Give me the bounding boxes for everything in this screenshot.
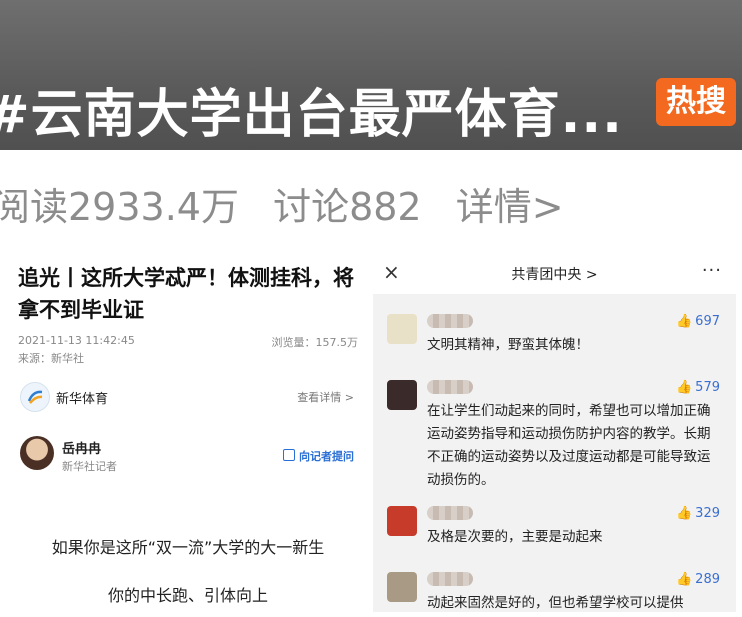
author-row: 岳冉冉 新华社记者 向记者提问 <box>16 434 360 480</box>
comment-text: 及格是次要的，主要是动起来 <box>427 529 603 545</box>
blurred-username <box>427 572 473 586</box>
ask-reporter-button[interactable]: 向记者提问 <box>283 448 354 464</box>
xinhua-sports-logo <box>20 382 50 412</box>
more-icon[interactable]: ··· <box>702 260 722 281</box>
blurred-username <box>427 380 473 394</box>
source-row[interactable]: 新华体育 查看详情 > <box>16 380 360 414</box>
blurred-username <box>427 314 473 328</box>
article-title: 追光丨这所大学忒严！体测挂科，将拿不到毕业证 <box>18 266 354 322</box>
blurred-username <box>427 506 473 520</box>
like-button[interactable]: 👍 697 <box>676 314 720 329</box>
hot-badge: 热搜 <box>656 78 736 126</box>
thumbs-up-icon: 👍 <box>675 380 693 395</box>
like-count: 289 <box>695 572 720 587</box>
ask-reporter-label: 向记者提问 <box>299 450 354 463</box>
like-count: 329 <box>695 506 720 521</box>
account-title[interactable]: 共青团中央 > <box>373 264 736 284</box>
comment-text: 在让学生们动起来的同时，希望也可以增加正确运动姿势指导和运动损伤防护内容的教学。… <box>427 403 711 488</box>
thumbs-up-icon: 👍 <box>675 506 693 521</box>
comment-text: 文明其精神，野蛮其体魄！ <box>427 337 589 353</box>
thumbs-up-icon: 👍 <box>675 314 693 329</box>
article-paragraph: 如果你是这所“双一流”大学的大一新生 <box>51 538 325 557</box>
author-avatar[interactable] <box>20 436 54 470</box>
avatar[interactable] <box>387 506 417 536</box>
author-role: 新华社记者 <box>62 460 117 473</box>
article-views: 浏览量：157.5万 <box>271 336 359 349</box>
article-card: 追光丨这所大学忒严！体测挂科，将拿不到毕业证 2021-11-13 11:42:… <box>12 252 364 617</box>
hot-search-title[interactable]: #云南大学出台最严体育... <box>0 72 623 147</box>
article-paragraph: 你的中长跑、引体向上 <box>107 586 268 605</box>
like-count: 579 <box>695 380 720 395</box>
view-details-link[interactable]: 查看详情 > <box>297 389 354 405</box>
question-icon <box>283 449 295 461</box>
like-button[interactable]: 👍 289 <box>676 572 720 587</box>
article-source: 来源：新华社 <box>18 352 84 365</box>
read-count: 阅读2933.4万 <box>0 185 239 229</box>
article-datetime: 2021-11-13 11:42:45 <box>18 334 135 347</box>
thumbs-up-icon: 👍 <box>675 572 693 587</box>
source-name: 新华体育 <box>56 392 109 407</box>
hot-search-banner: #云南大学出台最严体育... 热搜 <box>0 0 742 150</box>
comments-header: × 共青团中央 > ··· <box>373 252 736 294</box>
like-button[interactable]: 👍 329 <box>676 506 720 521</box>
like-count: 697 <box>695 314 720 329</box>
hot-search-stats: 阅读2933.4万 讨论882 详情> <box>0 176 586 231</box>
details-link[interactable]: 详情> <box>456 185 564 229</box>
avatar[interactable] <box>387 314 417 344</box>
like-button[interactable]: 👍 579 <box>676 380 720 395</box>
avatar[interactable] <box>387 380 417 410</box>
author-name: 岳冉冉 <box>62 442 102 457</box>
discussion-count: 讨论882 <box>273 185 422 229</box>
avatar[interactable] <box>387 572 417 602</box>
comments-panel: × 共青团中央 > ··· 👍 697 文明其精神，野蛮其体魄！ 👍 579 在让学… <box>373 252 736 612</box>
comment-text: 动起来固然是好的，但也希望学校可以提供 <box>427 595 684 611</box>
